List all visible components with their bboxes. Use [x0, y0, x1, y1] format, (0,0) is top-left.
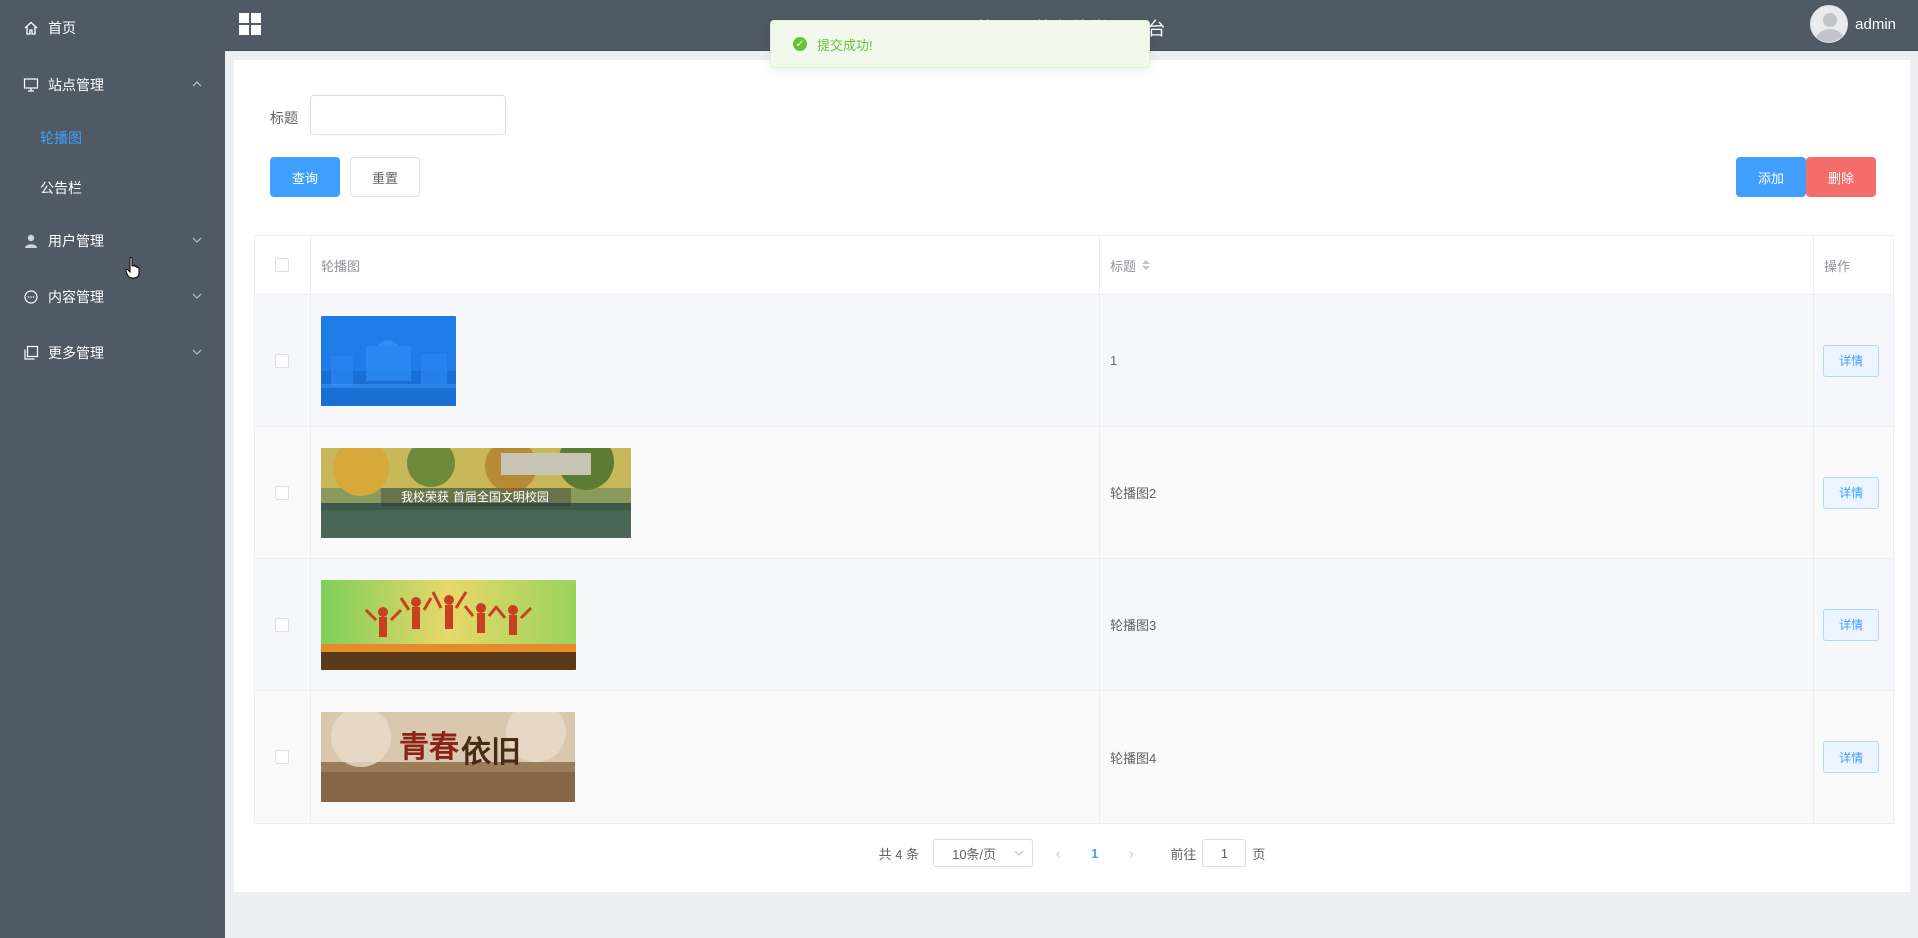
column-header-image: 轮播图 [320, 258, 360, 274]
table-row: 我校荣获 首届全国文明校园 轮播图2 详情 [255, 427, 1893, 559]
pagination: 共 4 条 10条/页 ‹ 1 › 前往 页 [234, 839, 1910, 867]
chevron-up-icon [192, 81, 202, 87]
svg-text:我校荣获 首届全国文明校园: 我校荣获 首届全国文明校园 [401, 489, 549, 504]
query-button[interactable]: 查询 [270, 157, 340, 197]
row-checkbox[interactable] [275, 353, 290, 368]
table-row: 青春 依旧 轮播图4 详情 [255, 691, 1893, 823]
row-title: 轮播图3 [1109, 618, 1157, 633]
username: admin [1855, 15, 1896, 33]
delete-button[interactable]: 删除 [1806, 157, 1876, 197]
row-checkbox[interactable] [275, 617, 290, 632]
carousel-table: 轮播图 标题 操作 1 详情 我校荣获 首届全国文明校园 轮播图2 详情 轮播图… [254, 235, 1894, 824]
copy-icon [22, 344, 40, 362]
goto-page-input[interactable] [1202, 839, 1247, 867]
column-header-title-label: 标题 [1109, 258, 1136, 274]
monitor-icon [22, 76, 40, 94]
carousel-thumbnail-blue-campus[interactable] [320, 315, 456, 406]
check-circle-icon: ✓ [793, 37, 807, 51]
carousel-thumbnail-campus-autumn[interactable]: 我校荣获 首届全国文明校园 [320, 447, 631, 538]
column-header-ops: 操作 [1824, 258, 1851, 274]
row-checkbox[interactable] [275, 750, 290, 764]
home-icon [22, 19, 40, 37]
select-all-checkbox[interactable] [275, 258, 290, 272]
sort-icon[interactable] [1141, 260, 1150, 270]
avatar [1810, 5, 1849, 43]
prev-page-icon[interactable]: ‹ [1043, 846, 1073, 861]
sidebar: 首页 站点管理 轮播图 公告栏 用户管理 内容管理 更多管理 [0, 0, 225, 938]
menu-user-management[interactable]: 用户管理 [0, 221, 225, 261]
menu-label: 站点管理 [48, 77, 104, 93]
menu-home[interactable]: 首页 [0, 8, 225, 48]
menu-label: 首页 [48, 20, 76, 36]
table-row: 1 详情 [255, 295, 1893, 427]
page-size-select[interactable]: 10条/页 [933, 839, 1034, 867]
column-header-title[interactable]: 标题 [1100, 236, 1815, 294]
menu-label: 用户管理 [48, 233, 104, 249]
page-suffix: 页 [1252, 846, 1266, 862]
row-title: 轮播图4 [1109, 750, 1157, 766]
chevron-down-icon [1014, 850, 1024, 856]
submenu-label: 公告栏 [40, 180, 82, 196]
detail-button[interactable]: 详情 [1823, 608, 1880, 641]
main-panel: 标题 查询 重置 添加 删除 轮播图 标题 操作 1 详情 我校荣获 首届全国文… [234, 60, 1910, 892]
submenu-carousel[interactable]: 轮播图 [0, 118, 225, 158]
table-row: 轮播图3 详情 [255, 559, 1893, 691]
pagination-total: 共 4 条 [878, 846, 920, 862]
detail-button[interactable]: 详情 [1823, 476, 1880, 509]
chat-icon [22, 288, 40, 306]
title-search-input[interactable] [310, 95, 506, 135]
next-page-icon[interactable]: › [1116, 846, 1146, 861]
menu-site-management[interactable]: 站点管理 [0, 65, 225, 105]
user-menu[interactable]: admin [1810, 5, 1896, 43]
page-number[interactable]: 1 [1091, 846, 1098, 861]
row-title: 1 [1109, 353, 1118, 368]
chevron-down-icon [192, 237, 202, 243]
row-title: 轮播图2 [1109, 486, 1157, 501]
success-toast: ✓ 提交成功! [770, 20, 1150, 68]
goto-label: 前往 [1170, 846, 1197, 862]
chevron-down-icon [192, 293, 202, 299]
chevron-down-icon [192, 349, 202, 355]
menu-more-management[interactable]: 更多管理 [0, 333, 225, 373]
hand-pointer-icon [125, 257, 140, 279]
menu-content-management[interactable]: 内容管理 [0, 277, 225, 317]
detail-button[interactable]: 详情 [1823, 741, 1880, 773]
submenu-notice[interactable]: 公告栏 [0, 168, 225, 208]
reset-button[interactable]: 重置 [350, 157, 420, 197]
page-size-value: 10条/页 [952, 846, 997, 862]
detail-button[interactable]: 详情 [1823, 344, 1880, 377]
submenu-label: 轮播图 [40, 130, 82, 146]
table-header: 轮播图 标题 操作 [255, 236, 1893, 295]
menu-label: 更多管理 [48, 345, 104, 361]
user-icon [22, 232, 40, 250]
svg-text:青春: 青春 [399, 730, 459, 765]
title-search-label: 标题 [270, 110, 298, 126]
row-checkbox[interactable] [275, 485, 290, 500]
add-button[interactable]: 添加 [1736, 157, 1806, 197]
svg-text:依旧: 依旧 [461, 735, 521, 770]
menu-label: 内容管理 [48, 289, 104, 305]
toast-message: 提交成功! [817, 37, 873, 53]
carousel-thumbnail-qingchun-yijiu[interactable]: 青春 依旧 [320, 712, 575, 802]
carousel-thumbnail-youth-jumping[interactable] [320, 579, 576, 670]
